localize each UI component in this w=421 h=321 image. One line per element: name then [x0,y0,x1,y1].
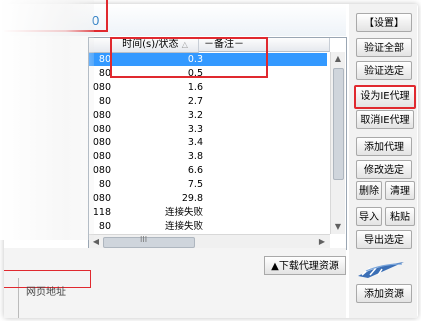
settings-button[interactable]: 【设置】 [356,13,412,32]
vertical-scroll-thumb[interactable] [333,68,344,180]
time-cell: 6.6 [187,165,203,177]
app-window: 0 时间(s)/状态 △ －备注－ 80 0.3 80 0.5 080 1.6 80 2.7 0… [0,0,421,321]
hijt-logo-icon [358,262,404,278]
table-row[interactable]: 80 2.7 [89,95,327,108]
time-cell: 3.3 [187,123,203,135]
time-cell: 29.8 [181,193,203,204]
table-row[interactable]: 080 3.8 [89,150,327,163]
scroll-up-icon[interactable]: ▲ [331,54,345,63]
highlight-box-header [110,37,268,78]
paste-button[interactable]: 粘贴 [385,207,415,226]
table-row[interactable]: 080 3.3 [89,123,327,136]
add-resource-button[interactable]: 添加资源 [356,284,412,303]
verify-all-button[interactable]: 验证全部 [356,38,412,57]
set-ie-proxy-button[interactable]: 设为IE代理 [354,85,416,109]
scroll-down-icon[interactable]: ▼ [331,222,345,231]
delete-button[interactable]: 删除 [356,181,382,200]
table-row[interactable]: 080 6.6 [89,164,327,177]
blurred-region [0,0,94,240]
time-cell: 连接失败 [164,206,203,218]
clear-button[interactable]: 清理 [385,181,415,200]
table-row[interactable]: 080 1.6 [89,81,327,94]
table-row[interactable]: 80 7.5 [89,178,327,191]
time-cell: 3.4 [187,137,203,149]
time-cell: 2.7 [187,95,203,107]
table-row[interactable]: 080 3.2 [89,109,327,122]
cancel-ie-proxy-button[interactable]: 取消IE代理 [356,110,414,129]
scroll-right-icon[interactable]: ▶ [315,237,329,246]
horizontal-scroll-thumb[interactable]: III [103,235,195,248]
modify-selected-button[interactable]: 修改选定 [356,160,412,179]
table-row[interactable]: 080 3.4 [89,136,327,149]
address-label: 网页地址 [26,287,66,298]
verify-selected-button[interactable]: 验证选定 [356,61,412,80]
horizontal-scrollbar[interactable]: ◀ III ▶ [89,234,330,249]
import-button[interactable]: 导入 [356,207,382,226]
vertical-scrollbar[interactable]: ▲ ▼ [330,52,345,234]
time-cell: 7.5 [187,179,203,191]
table-row[interactable]: 80 连接失败 [89,220,327,233]
time-cell: 3.2 [187,109,203,121]
time-cell: 3.8 [187,151,203,163]
table-row[interactable]: 080 29.8 [89,192,327,205]
export-selected-button[interactable]: 导出选定 [356,230,412,249]
time-cell: 连接失败 [164,220,203,232]
download-proxy-resource-button[interactable]: ▲下载代理资源 [264,256,346,275]
time-cell: 1.6 [187,81,203,93]
add-proxy-button[interactable]: 添加代理 [356,137,412,156]
table-row[interactable]: 118 连接失败 [89,206,327,219]
